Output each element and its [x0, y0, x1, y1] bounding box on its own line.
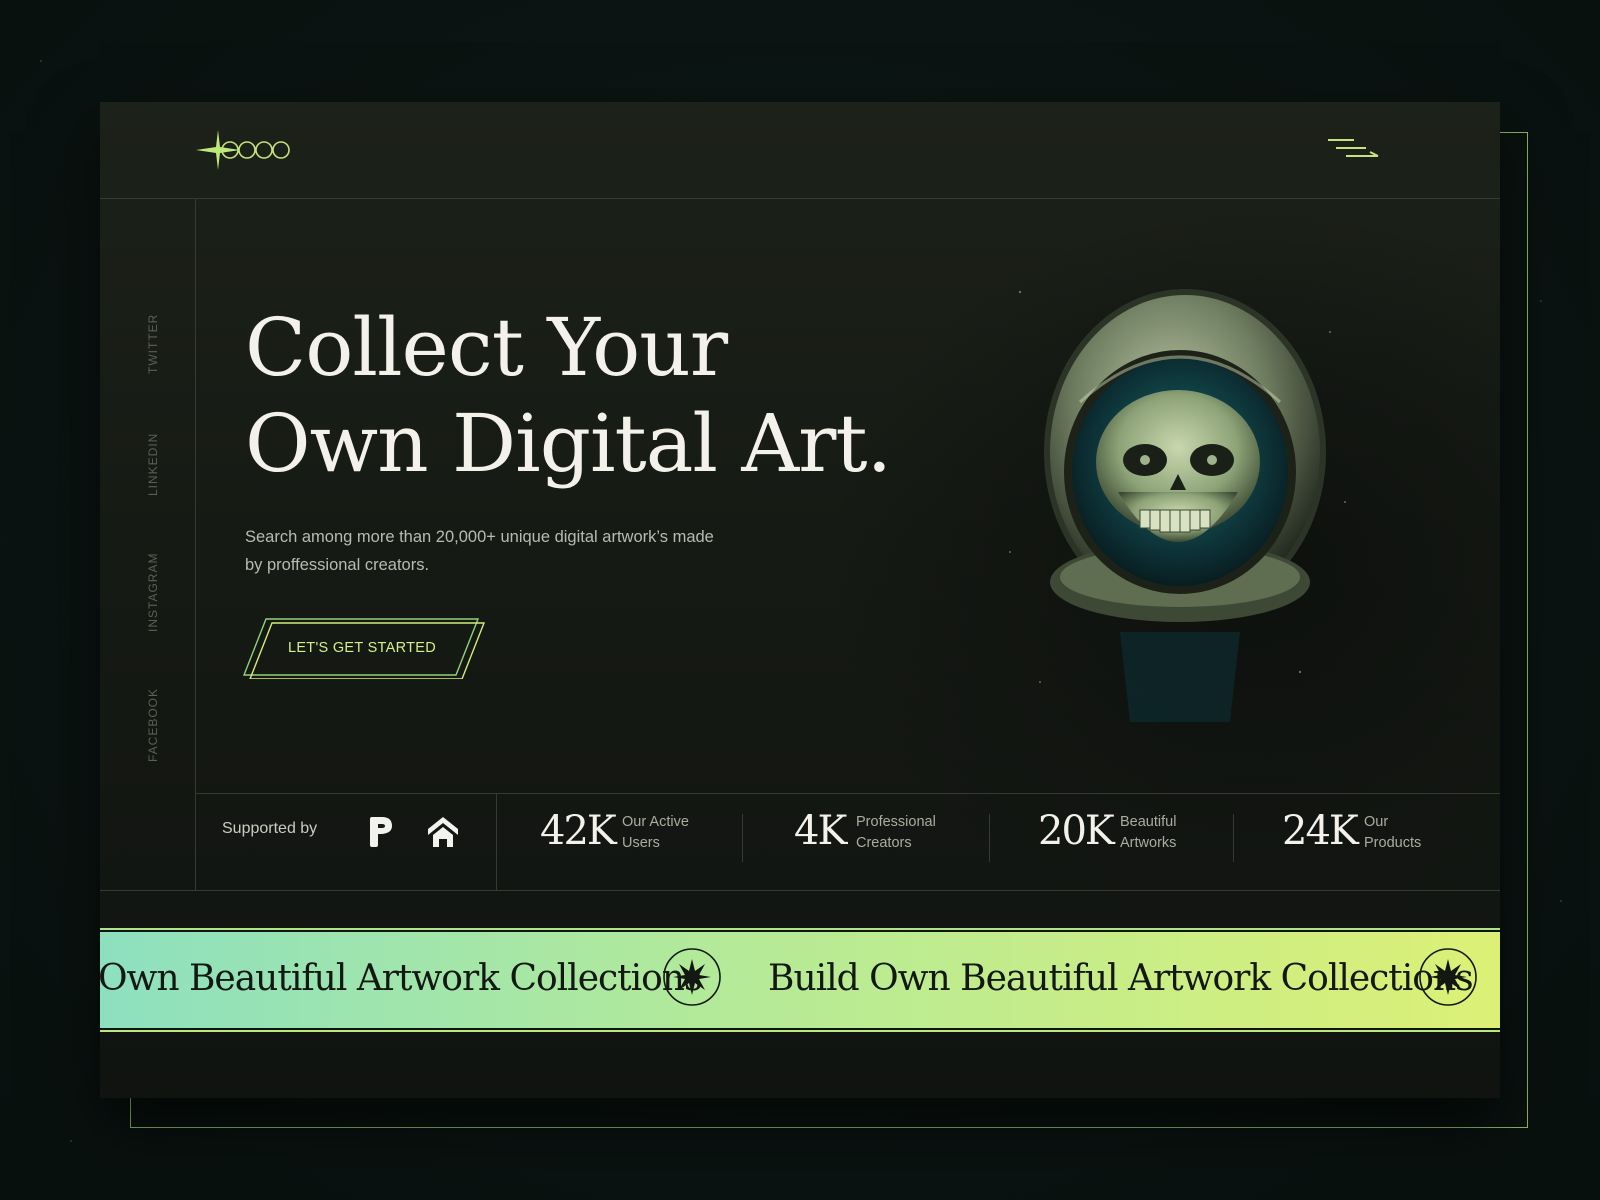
stat-value-users: 42K: [540, 808, 617, 854]
marquee-text: Own Beautiful Artwork Collections: [100, 958, 702, 999]
social-link-instagram[interactable]: INSTAGRAM: [146, 553, 160, 632]
stats-bottom-divider: [100, 890, 1500, 891]
sidebar-divider: [195, 198, 196, 890]
stat-label-products: Our Products: [1364, 814, 1422, 851]
social-link-facebook[interactable]: FACEBOOK: [146, 688, 160, 762]
stats-top-divider: [195, 793, 1500, 794]
hero-title-line1: Collect Your: [245, 301, 728, 394]
background-speck: [70, 1140, 72, 1142]
star-burst-icon: [1419, 948, 1477, 1006]
hero-title-line2: Own Digital Art.: [245, 397, 892, 490]
stat-label-users: Our Active Users: [622, 814, 689, 851]
get-started-button[interactable]: LET'S GET STARTED: [242, 617, 486, 679]
get-started-label: LET'S GET STARTED: [287, 640, 437, 656]
marquee-border: [100, 1030, 1500, 1032]
stat-label-artworks: Beautiful Artworks: [1120, 814, 1177, 851]
marquee-border: [100, 928, 1500, 930]
p-brand-icon[interactable]: [366, 815, 396, 849]
logo[interactable]: [196, 128, 302, 172]
supported-divider: [496, 793, 497, 890]
stat-divider: [1233, 814, 1234, 862]
hero-title: Collect Your Own Digital Art.: [245, 300, 965, 492]
stat-divider: [742, 814, 743, 862]
star-burst-icon: [663, 948, 721, 1006]
social-link-linkedin[interactable]: LINKEDIN: [146, 433, 160, 496]
background-speck: [40, 60, 42, 62]
header-divider: [100, 198, 1500, 199]
landing-page-card: TWITTER LINKEDIN INSTAGRAM FACEBOOK Coll…: [100, 102, 1500, 1098]
stat-value-products: 24K: [1282, 808, 1359, 854]
social-link-twitter[interactable]: TWITTER: [146, 314, 160, 374]
stat-label-creators: Professional Creators: [856, 814, 936, 851]
stat-value-creators: 4K: [794, 808, 847, 854]
background-speck: [1540, 300, 1542, 302]
supported-by-label: Supported by: [222, 820, 318, 837]
menu-icon[interactable]: [1326, 136, 1380, 164]
hero-description: Search among more than 20,000+ unique di…: [245, 528, 714, 574]
house-brand-icon[interactable]: [426, 815, 460, 849]
stat-divider: [989, 814, 990, 862]
background-speck: [1560, 900, 1562, 902]
marquee-text: Build Own Beautiful Artwork Collections: [768, 958, 1474, 999]
stat-value-artworks: 20K: [1038, 808, 1115, 854]
astronaut-skull-illustration: [1009, 289, 1346, 722]
marquee-banner: Own Beautiful Artwork Collections Build …: [100, 932, 1500, 1028]
